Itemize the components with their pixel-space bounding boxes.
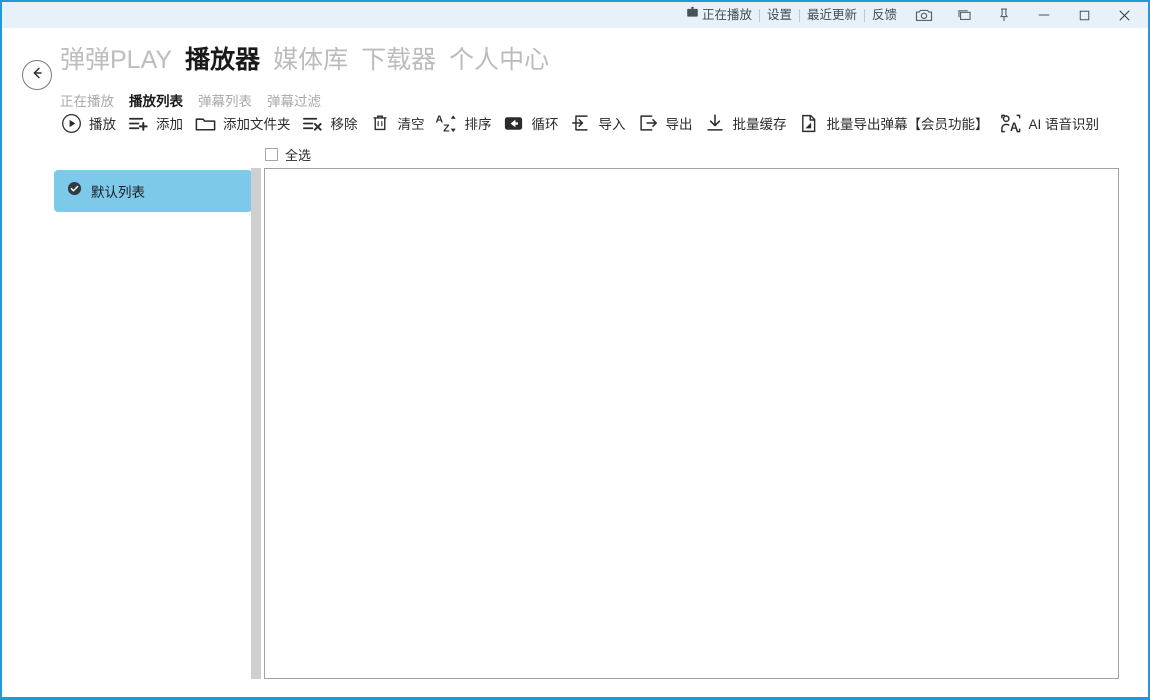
import-icon bbox=[569, 111, 593, 135]
app-window: 正在播放 设置 最近更新 反馈 bbox=[0, 0, 1150, 700]
export-icon bbox=[636, 111, 660, 135]
sort-az-icon: A Z bbox=[435, 111, 459, 135]
nav-item-user-center[interactable]: 个人中心 bbox=[449, 48, 549, 73]
toolbar-button-batch-cache[interactable]: 批量缓存 bbox=[698, 106, 792, 140]
main-nav: 弹弹PLAY 播放器 媒体库 下载器 个人中心 bbox=[60, 48, 549, 73]
nav-item-media-library[interactable]: 媒体库 bbox=[273, 48, 348, 73]
toolbar-label-batch-export-danmaku: 批量导出弹幕【会员功能】 bbox=[827, 113, 989, 133]
back-button[interactable] bbox=[22, 60, 52, 90]
nav-item-downloader[interactable]: 下载器 bbox=[361, 48, 436, 73]
toolbar-label-add-folder: 添加文件夹 bbox=[223, 113, 291, 133]
playlist-scrollbar[interactable] bbox=[251, 168, 261, 679]
pin-button[interactable] bbox=[984, 2, 1024, 28]
play-circle-icon bbox=[59, 111, 83, 135]
sidebar-item-default-list[interactable]: 默认列表 bbox=[54, 170, 252, 212]
sidebar-item-label: 默认列表 bbox=[91, 181, 145, 201]
playlist-toolbar: 播放 添加 添加文件夹 bbox=[54, 106, 1104, 140]
window-menu-bar: 正在播放 设置 最近更新 反馈 bbox=[682, 2, 1144, 28]
svg-text:A: A bbox=[1010, 122, 1018, 134]
toolbar-button-ai-speech-recognition[interactable]: A AI 语音识别 bbox=[994, 106, 1105, 140]
monitor-icon bbox=[686, 6, 699, 24]
minimize-button[interactable] bbox=[1024, 2, 1064, 28]
toolbar-button-play[interactable]: 播放 bbox=[54, 106, 121, 140]
download-icon bbox=[703, 111, 727, 135]
menu-item-settings[interactable]: 设置 bbox=[760, 2, 799, 28]
voice-recognition-icon: A bbox=[999, 111, 1023, 135]
toolbar-label-export: 导出 bbox=[666, 113, 693, 133]
toolbar-label-sort: 排序 bbox=[465, 113, 492, 133]
screenshot-button[interactable] bbox=[904, 2, 944, 28]
toolbar-button-add[interactable]: 添加 bbox=[121, 106, 188, 140]
nav-item-player[interactable]: 播放器 bbox=[185, 48, 260, 73]
select-all-row[interactable]: 全选 bbox=[265, 145, 311, 164]
svg-text:Z: Z bbox=[443, 122, 450, 134]
playlist-table[interactable] bbox=[264, 168, 1119, 679]
trash-icon bbox=[368, 111, 392, 135]
toolbar-button-batch-export-danmaku[interactable]: 批量导出弹幕【会员功能】 bbox=[792, 106, 994, 140]
back-arrow-icon bbox=[29, 65, 45, 86]
toolbar-button-export[interactable]: 导出 bbox=[631, 106, 698, 140]
menu-item-recent-update[interactable]: 最近更新 bbox=[800, 2, 864, 28]
toolbar-button-add-folder[interactable]: 添加文件夹 bbox=[188, 106, 296, 140]
toolbar-label-ai-speech-recognition: AI 语音识别 bbox=[1029, 113, 1100, 133]
menu-item-feedback[interactable]: 反馈 bbox=[865, 2, 904, 28]
maximize-button[interactable] bbox=[1064, 2, 1104, 28]
toolbar-label-remove: 移除 bbox=[331, 113, 358, 133]
export-file-icon bbox=[797, 111, 821, 135]
pin-icon bbox=[995, 6, 1013, 24]
loop-icon bbox=[502, 111, 526, 135]
playlist-sidebar: 默认列表 bbox=[54, 170, 252, 212]
toolbar-label-play: 播放 bbox=[89, 113, 116, 133]
toolbar-label-loop: 循环 bbox=[532, 113, 559, 133]
brand-logo: 弹弹PLAY bbox=[60, 48, 172, 73]
check-circle-icon bbox=[67, 181, 82, 201]
toolbar-button-remove[interactable]: 移除 bbox=[296, 106, 363, 140]
header: 弹弹PLAY 播放器 媒体库 下载器 个人中心 正在播放 播放列表 弹幕列表 弹… bbox=[2, 28, 1148, 90]
toolbar-button-clear[interactable]: 清空 bbox=[363, 106, 430, 140]
minimize-icon bbox=[1035, 6, 1053, 24]
toolbar-label-add: 添加 bbox=[156, 113, 183, 133]
toolbar-button-import[interactable]: 导入 bbox=[564, 106, 631, 140]
menu-item-now-playing[interactable]: 正在播放 bbox=[682, 2, 759, 28]
select-all-checkbox[interactable] bbox=[265, 148, 278, 161]
toolbar-button-sort[interactable]: A Z 排序 bbox=[430, 106, 497, 140]
select-all-label: 全选 bbox=[285, 145, 311, 164]
toolbar-label-batch-cache: 批量缓存 bbox=[733, 113, 787, 133]
close-button[interactable] bbox=[1104, 2, 1144, 28]
maximize-icon bbox=[1076, 7, 1093, 24]
toolbar-button-loop[interactable]: 循环 bbox=[497, 106, 564, 140]
mini-window-icon bbox=[955, 6, 974, 25]
toolbar-label-clear: 清空 bbox=[398, 113, 425, 133]
folder-icon bbox=[193, 111, 217, 135]
toolbar-label-import: 导入 bbox=[599, 113, 626, 133]
list-add-icon bbox=[126, 111, 150, 135]
camera-icon bbox=[914, 5, 934, 25]
close-icon bbox=[1115, 6, 1134, 25]
menu-label-now-playing: 正在播放 bbox=[702, 2, 752, 28]
list-remove-icon bbox=[301, 111, 325, 135]
mini-mode-button[interactable] bbox=[944, 2, 984, 28]
